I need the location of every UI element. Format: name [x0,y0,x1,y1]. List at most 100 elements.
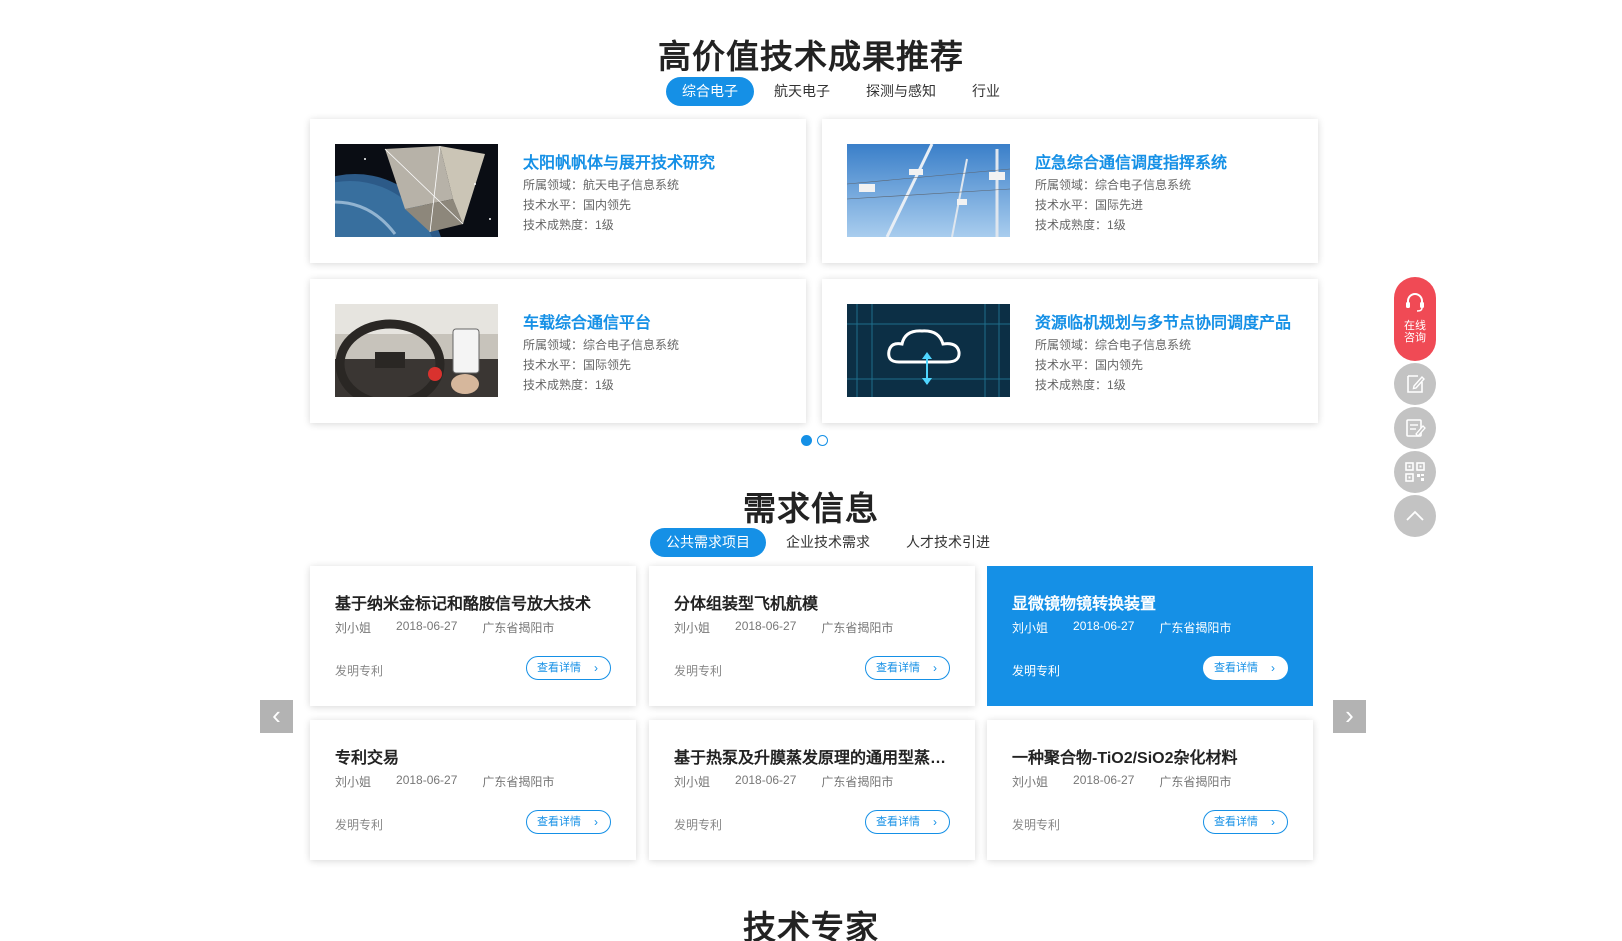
field-label: 所属领域： [523,338,584,352]
pager-dot-1[interactable] [801,435,812,446]
tab-industry[interactable]: 行业 [956,77,1016,106]
qrcode-icon [1405,462,1425,482]
car-phone-image [335,304,498,397]
next-arrow-button[interactable]: › [1333,700,1366,733]
field-value: 综合电子信息系统 [1095,338,1192,352]
demand-contact: 刘小姐 [335,621,372,635]
tab-comprehensive-electronics[interactable]: 综合电子 [666,77,754,106]
demand-location: 广东省揭阳市 [821,621,894,635]
demand-meta: 刘小姐 2018-06-27 广东省揭阳市 [335,619,579,636]
demand-type: 发明专利 [335,818,384,832]
demand-meta: 刘小姐 2018-06-27 广东省揭阳市 [335,773,579,790]
demands-tabs: 公共需求项目 企业技术需求 人才技术引进 [650,528,1006,557]
solar-sail-image [335,144,498,237]
achievement-level: 技术水平：国内领先 [523,196,631,213]
view-details-button[interactable]: 查看详情 › [865,810,950,834]
demand-contact: 刘小姐 [1012,775,1049,789]
achievement-card[interactable]: 资源临机规划与多节点协同调度产品 所属领域：综合电子信息系统 技术水平：国内领先… [822,279,1318,423]
achievement-title[interactable]: 车载综合通信平台 [523,309,651,333]
level-value: 国内领先 [1095,358,1144,372]
online-consult-button[interactable]: 在线 咨询 [1394,277,1436,361]
demand-contact: 刘小姐 [1012,621,1049,635]
demand-date: 2018-06-27 [396,619,458,633]
pager-dot-2[interactable] [817,435,828,446]
maturity-label: 技术成熟度： [523,378,596,392]
view-details-button[interactable]: 查看详情 › [865,656,950,680]
achievement-title[interactable]: 应急综合通信调度指挥系统 [1035,149,1227,173]
chevron-left-icon: ‹ [272,700,281,730]
demand-meta: 刘小姐 2018-06-27 广东省揭阳市 [1012,619,1256,636]
demand-card[interactable]: 显微镜物镜转换装置 刘小姐 2018-06-27 广东省揭阳市 发明专利 查看详情 › [987,566,1313,706]
view-details-label: 查看详情 [876,816,920,828]
chevron-right-icon: › [1345,700,1354,730]
achievement-field: 所属领域：综合电子信息系统 [1035,336,1191,353]
demand-contact: 刘小姐 [674,775,711,789]
level-value: 国际先进 [1095,198,1144,212]
achievement-maturity: 技术成熟度：1级 [1035,216,1126,233]
chevron-right-icon: › [594,661,598,675]
carousel-pager [801,435,828,446]
achievement-maturity: 技术成熟度：1级 [523,216,614,233]
tab-talent-introduction[interactable]: 人才技术引进 [890,528,1006,557]
view-details-label: 查看详情 [876,662,920,674]
demand-date: 2018-06-27 [396,773,458,787]
back-to-top-icon [1406,510,1424,521]
achievement-title[interactable]: 资源临机规划与多节点协同调度产品 [1035,309,1291,333]
demand-location: 广东省揭阳市 [821,775,894,789]
demand-title[interactable]: 显微镜物镜转换装置 [1012,590,1297,614]
demand-card[interactable]: 专利交易刘小姐 2018-06-27 广东省揭阳市 发明专利 查看详情 › [310,720,636,860]
maturity-value: 1级 [1107,378,1126,392]
achievement-level: 技术水平：国际先进 [1035,196,1143,213]
consult-label: 在线 咨询 [1394,320,1436,344]
maturity-value: 1级 [595,218,614,232]
demand-title[interactable]: 基于纳米金标记和酪胺信号放大技术 [335,590,620,614]
field-value: 综合电子信息系统 [583,338,680,352]
demand-date: 2018-06-27 [1073,619,1135,633]
demand-date: 2018-06-27 [735,773,797,787]
view-details-label: 查看详情 [1214,662,1258,674]
chevron-right-icon: › [1271,815,1275,829]
tab-aerospace-electronics[interactable]: 航天电子 [758,77,846,106]
demand-title[interactable]: 基于热泵及升膜蒸发原理的通用型蒸发器 [674,744,959,768]
field-label: 所属领域： [523,178,584,192]
demand-location: 广东省揭阳市 [482,621,555,635]
field-value: 综合电子信息系统 [1095,178,1192,192]
level-value: 国际领先 [583,358,632,372]
demand-card[interactable]: 基于热泵及升膜蒸发原理的通用型蒸发器刘小姐 2018-06-27 广东省揭阳市发明专… [649,720,975,860]
demand-type: 发明专利 [335,664,384,678]
demand-card[interactable]: 分体组装型飞机航模 刘小姐 2018-06-27 广东省揭阳市 发明专利 查看详情 › [649,566,975,706]
chevron-right-icon: › [933,661,937,675]
tab-public-demand[interactable]: 公共需求项目 [650,528,766,557]
back-to-top-button[interactable] [1394,495,1436,537]
demand-title[interactable]: 分体组装型飞机航模 [674,590,959,614]
demand-card[interactable]: 基于纳米金标记和酪胺信号放大技术刘小姐 2018-06-27 广东省揭阳市发明专利 查… [310,566,636,706]
view-details-button[interactable]: 查看详情 › [526,656,611,680]
demand-card[interactable]: 一种聚合物-TiO2/SiO2杂化材料 刘小姐 2018-06-27 广东省揭阳市 发明… [987,720,1313,860]
achievement-field: 所属领域：航天电子信息系统 [523,176,679,193]
demand-type: 发明专利 [1012,664,1061,678]
tab-detection-sensing[interactable]: 探测与感知 [850,77,952,106]
level-label: 技术水平： [1035,198,1096,212]
view-details-button[interactable]: 查看详情 › [1203,656,1288,680]
form-button[interactable] [1394,407,1436,449]
level-label: 技术水平： [523,358,584,372]
field-label: 所属领域： [1035,178,1096,192]
form-icon [1406,419,1426,437]
field-value: 航天电子信息系统 [583,178,680,192]
demand-type: 发明专利 [674,818,723,832]
tab-enterprise-demand[interactable]: 企业技术需求 [770,528,886,557]
achievement-card[interactable]: 太阳帆帆体与展开技术研究 所属领域：航天电子信息系统 技术水平：国内领先 技术成… [310,119,806,263]
edit-button[interactable] [1394,363,1436,405]
achievements-title: 高价值技术成果推荐 [658,38,964,75]
demand-title[interactable]: 专利交易 [335,744,620,768]
achievement-card[interactable]: 应急综合通信调度指挥系统 所属领域：综合电子信息系统 技术水平：国际先进 技术成… [822,119,1318,263]
chevron-right-icon: › [1271,661,1275,675]
qrcode-button[interactable] [1394,451,1436,493]
view-details-button[interactable]: 查看详情 › [526,810,611,834]
demand-title[interactable]: 一种聚合物-TiO2/SiO2杂化材料 [1012,744,1297,768]
view-details-button[interactable]: 查看详情 › [1203,810,1288,834]
achievement-card[interactable]: 车载综合通信平台 所属领域：综合电子信息系统 技术水平：国际领先 技术成熟度：1… [310,279,806,423]
prev-arrow-button[interactable]: ‹ [260,700,293,733]
achievement-title[interactable]: 太阳帆帆体与展开技术研究 [523,149,715,173]
cloud-data-image [847,304,1010,397]
